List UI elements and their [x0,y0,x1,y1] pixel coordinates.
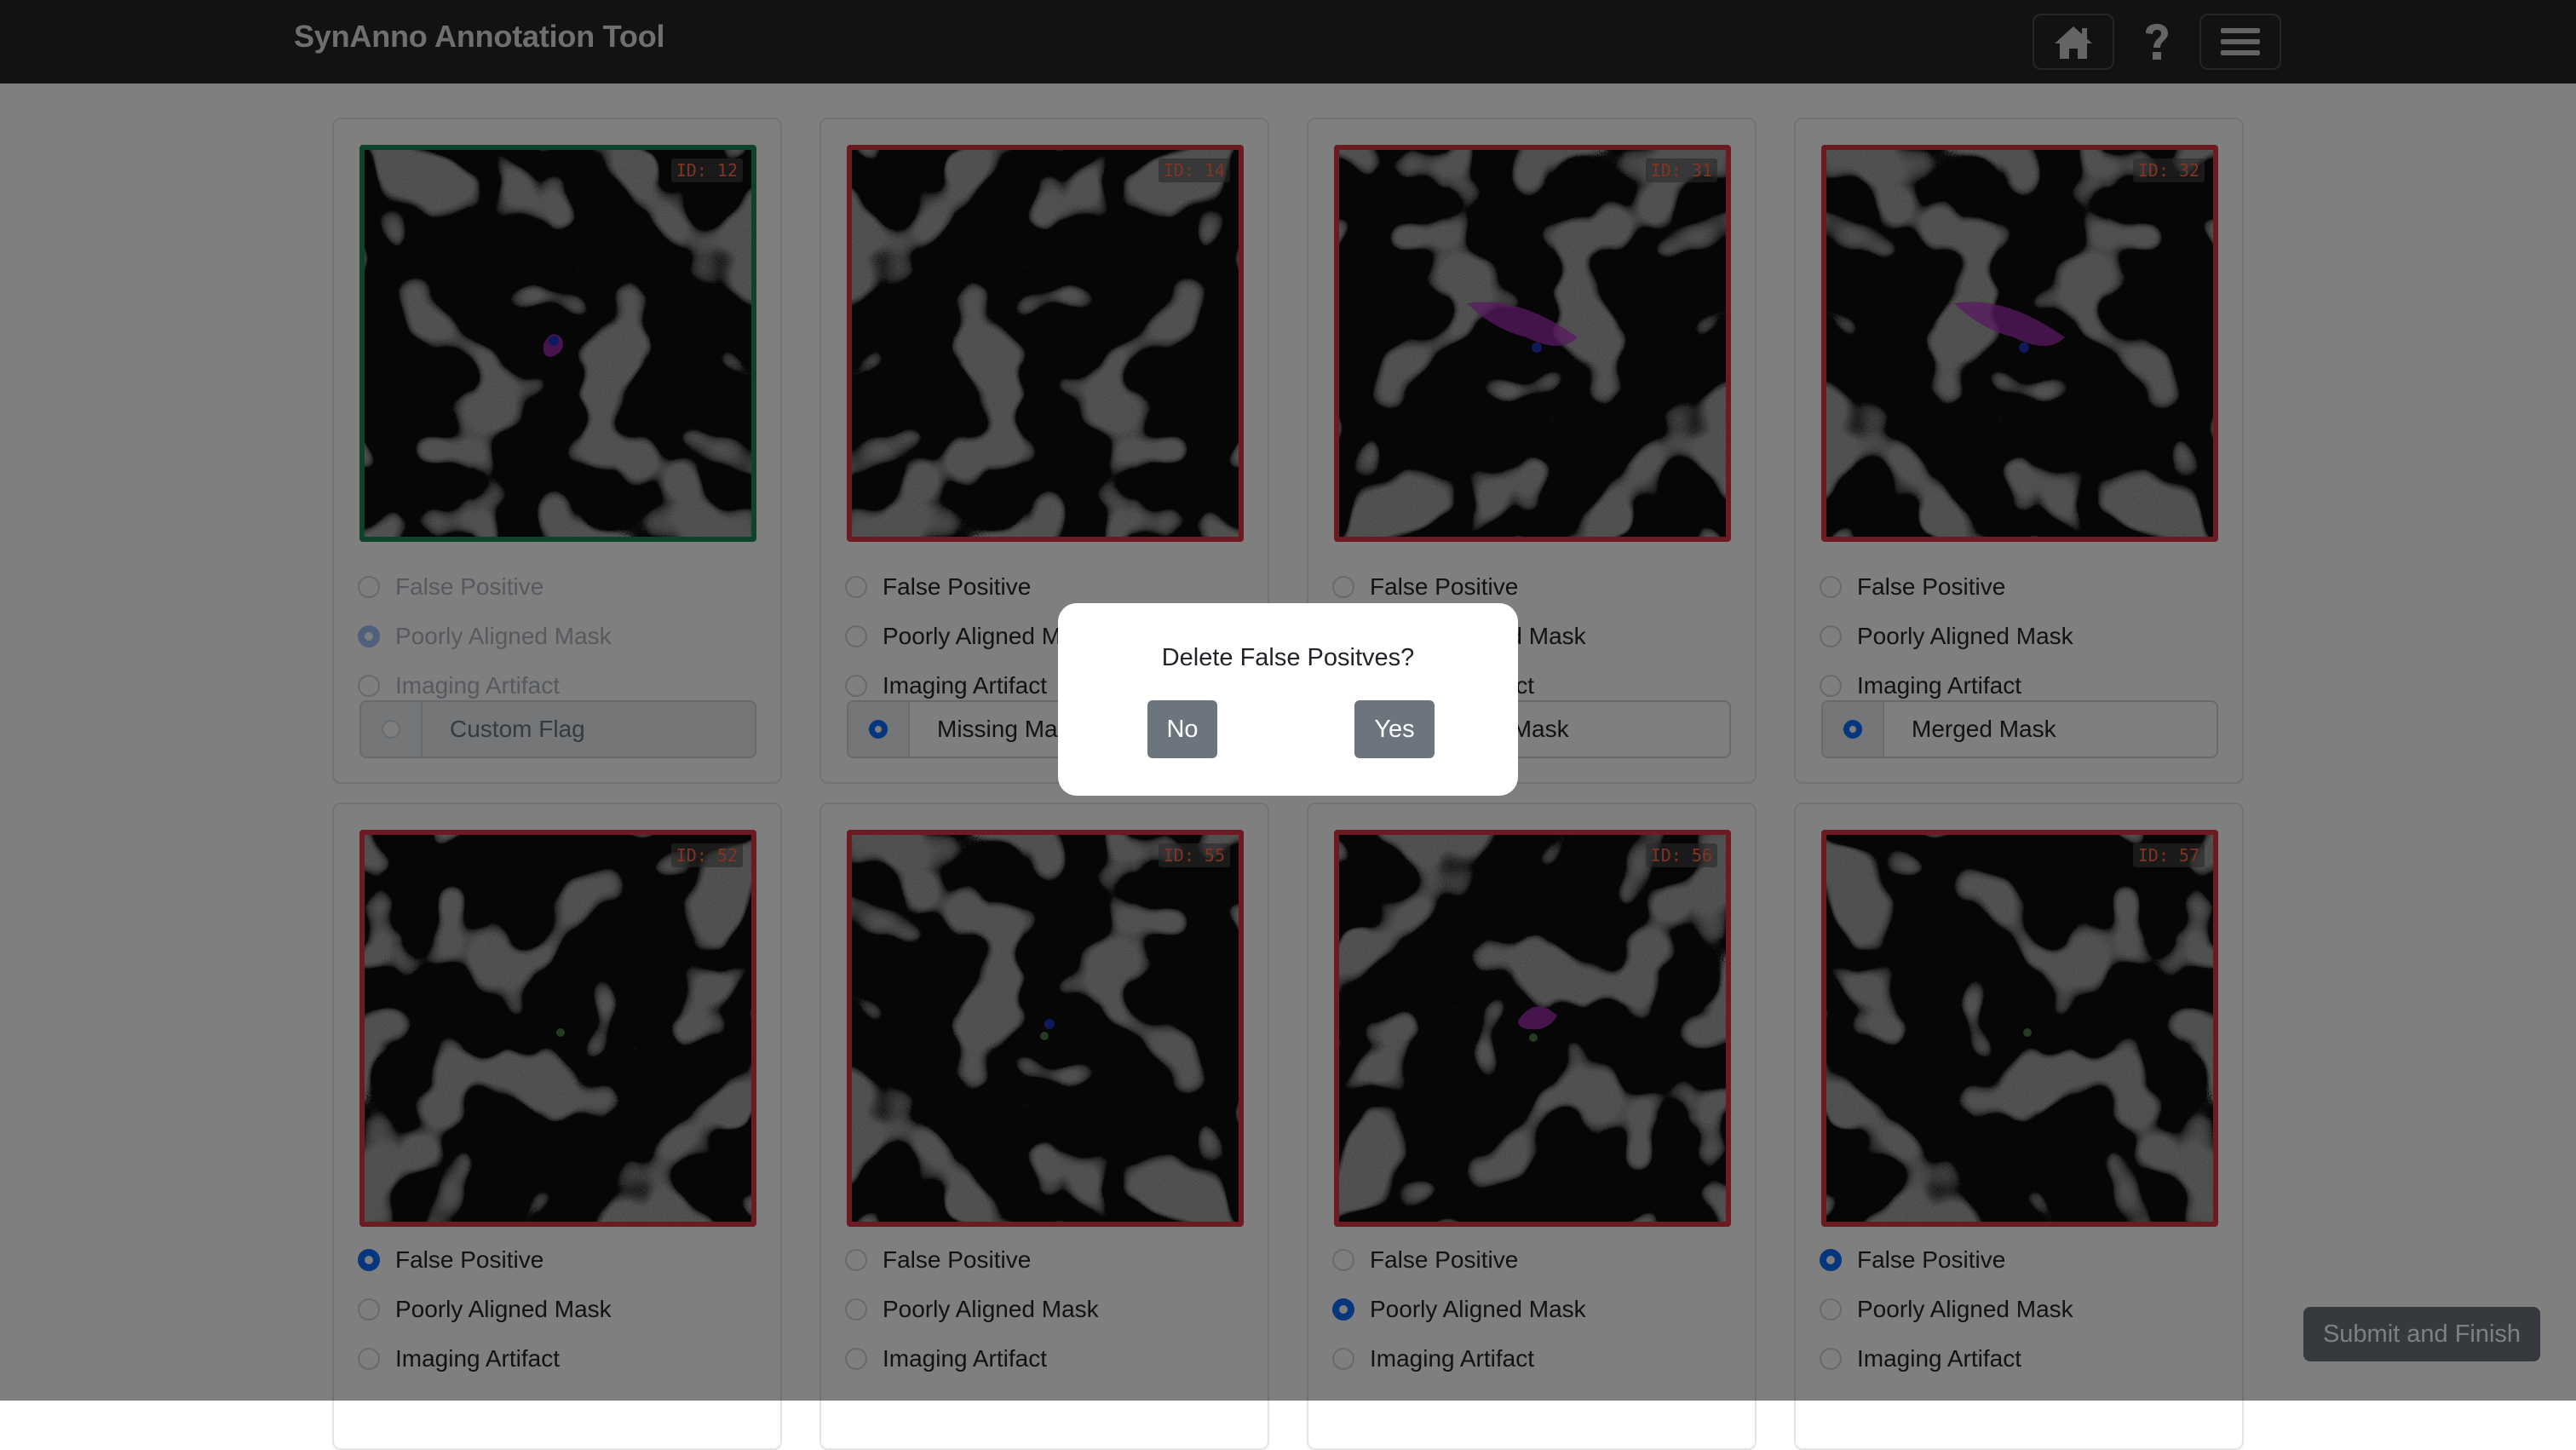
dialog-question: Delete False Positves? [1161,644,1415,671]
yes-button[interactable]: Yes [1354,700,1435,758]
delete-false-positives-dialog: Delete False Positves? No Yes [1058,603,1518,796]
modal-backdrop-navbar [0,0,2576,83]
no-button[interactable]: No [1147,700,1217,758]
